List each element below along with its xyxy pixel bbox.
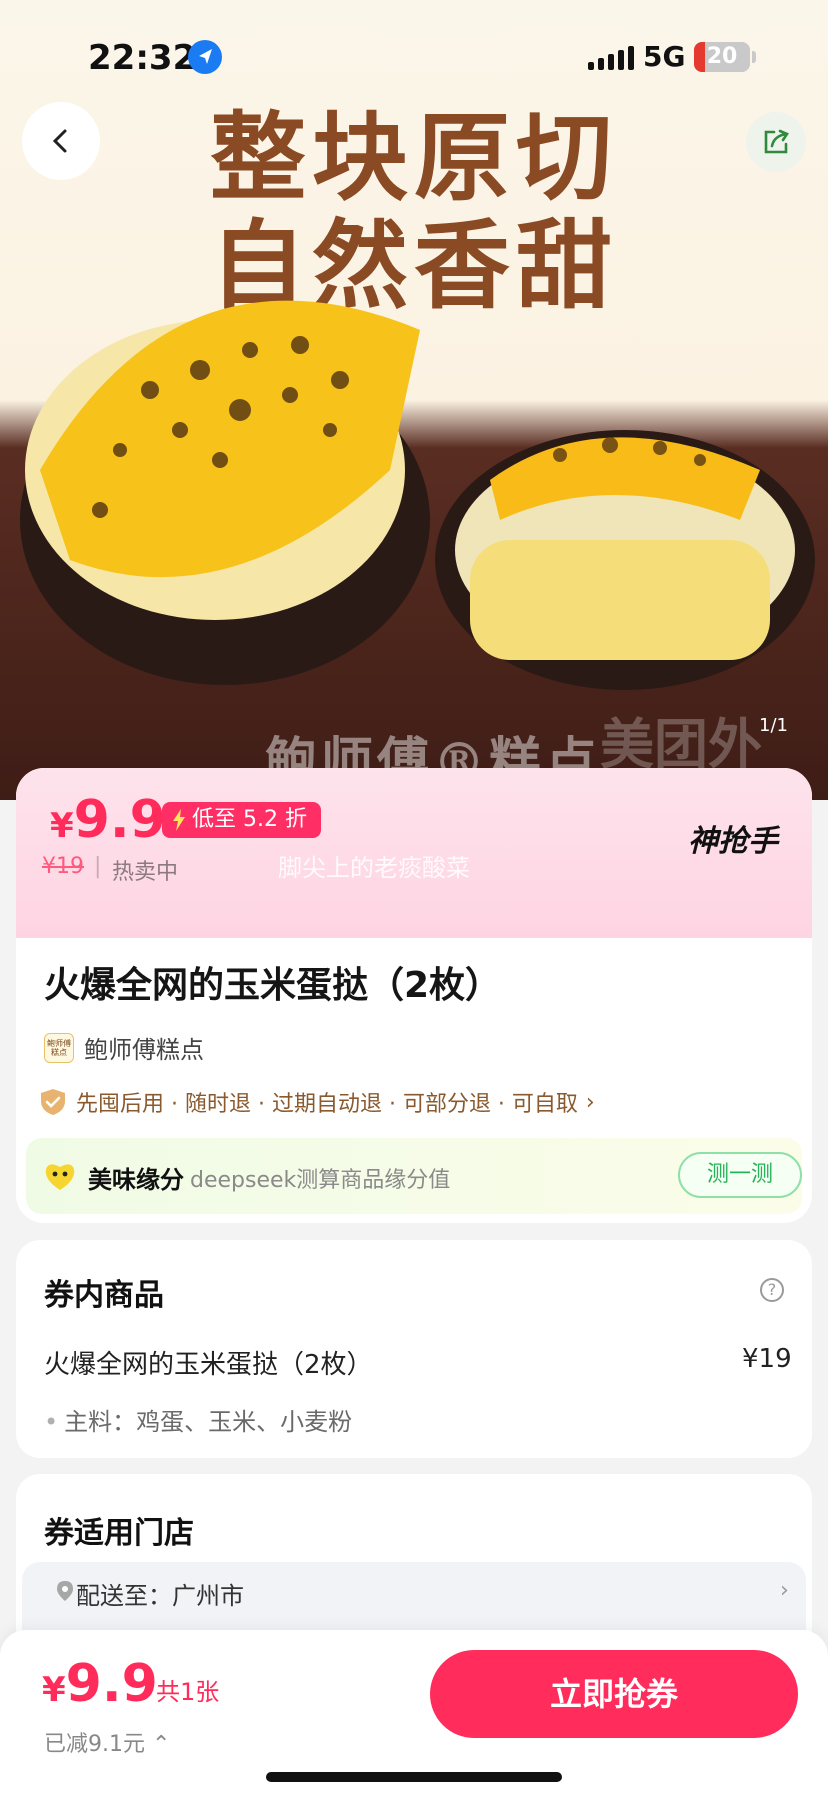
section-title: 券内商品 — [44, 1278, 164, 1313]
status-bar: 22:32 5G 20 — [0, 0, 828, 110]
back-button[interactable] — [22, 102, 100, 180]
deal-price: ¥9.9 — [50, 790, 166, 850]
shop-name: 鲍师傅糕点 — [84, 1036, 204, 1064]
discount-text: 低至 5.2 折 — [192, 807, 307, 832]
item-name: 火爆全网的玉米蛋挞（2枚） — [44, 1350, 373, 1380]
share-icon — [764, 129, 789, 154]
status-time: 22:32 — [88, 38, 197, 78]
product-photo — [20, 300, 815, 690]
heart-face-icon — [45, 1164, 75, 1190]
price-value: 9.9 — [73, 790, 166, 850]
product-title: 火爆全网的玉米蛋挞（2枚） — [44, 965, 502, 1006]
item-price: ¥19 — [742, 1344, 792, 1374]
product-image-gallery[interactable]: 整块原切 自然香甜 鲍师傅®糕点 美团外 1/1 — [0, 0, 828, 800]
share-button[interactable] — [746, 112, 806, 172]
item-ingredients: • 主料：鸡蛋、玉米、小麦粉 — [44, 1402, 352, 1437]
discount-badge: 低至 5.2 折 — [162, 802, 321, 838]
bullet-icon: • — [44, 1408, 59, 1436]
purchase-bar: ¥9.9 共1张 已减9.1元 ⌃ 立即抢券 — [0, 1630, 828, 1795]
total-price: ¥9.9 — [42, 1654, 158, 1714]
currency-symbol: ¥ — [50, 806, 74, 846]
delivery-city: 配送至：广州市 — [76, 1582, 244, 1610]
section-title: 券适用门店 — [44, 1516, 194, 1551]
battery-percent: 20 — [706, 44, 738, 69]
chevron-right-icon: › — [780, 1578, 789, 1603]
help-icon[interactable]: ? — [760, 1278, 784, 1302]
page-indicator: 1/1 — [759, 715, 788, 736]
price-value: 9.9 — [65, 1654, 158, 1714]
network-type: 5G — [643, 40, 686, 73]
buy-now-button[interactable]: 立即抢券 — [430, 1650, 798, 1738]
location-pin-icon — [57, 1581, 73, 1601]
taste-fate-banner: 美味缘分 deepseek测算商品缘分值 测一测 — [26, 1138, 802, 1214]
original-price: ¥19 — [42, 854, 84, 879]
fate-label: 美味缘分 — [88, 1166, 184, 1194]
currency-symbol: ¥ — [42, 1670, 66, 1710]
coupon-count: 共1张 — [156, 1678, 220, 1706]
chevron-left-icon — [52, 129, 67, 153]
chevron-right-icon: › — [585, 1089, 595, 1115]
battery-icon: 20 — [694, 42, 750, 72]
home-indicator — [266, 1772, 562, 1782]
shield-icon — [41, 1089, 65, 1115]
sale-status: 热卖中 — [112, 860, 179, 885]
saved-amount-toggle[interactable]: 已减9.1元 ⌃ — [44, 1726, 170, 1758]
lightning-icon — [173, 809, 185, 831]
flash-deal-badge: 神抢手 — [688, 824, 778, 859]
ingredients-text: 主料：鸡蛋、玉米、小麦粉 — [64, 1408, 353, 1436]
fate-description: deepseek测算商品缘分值 — [190, 1168, 451, 1193]
coupon-items-card: 券内商品 ? 火爆全网的玉米蛋挞（2枚） ¥19 • 主料：鸡蛋、玉米、小麦粉 — [16, 1240, 812, 1458]
location-arrow-icon — [188, 40, 222, 74]
separator: | — [94, 854, 102, 879]
product-info-card: ¥9.9 低至 5.2 折 ¥19 | 热卖中 脚尖上的老痰酸菜 神抢手 火爆全… — [16, 768, 812, 1223]
shop-logo: 鲍师傅糕点 — [44, 1032, 74, 1063]
shop-link[interactable]: 鲍师傅糕点 鲍师傅糕点 — [44, 1030, 204, 1065]
signal-icon — [588, 46, 634, 70]
test-button[interactable]: 测一测 — [678, 1152, 802, 1198]
battery-tip — [752, 51, 756, 63]
comment-overlay: 脚尖上的老痰酸菜 — [278, 854, 470, 882]
service-guarantees[interactable]: 先囤后用 · 随时退 · 过期自动退 · 可部分退 · 可自取 › — [38, 1086, 595, 1118]
service-text: 先囤后用 · 随时退 · 过期自动退 · 可部分退 · 可自取 — [76, 1092, 578, 1117]
